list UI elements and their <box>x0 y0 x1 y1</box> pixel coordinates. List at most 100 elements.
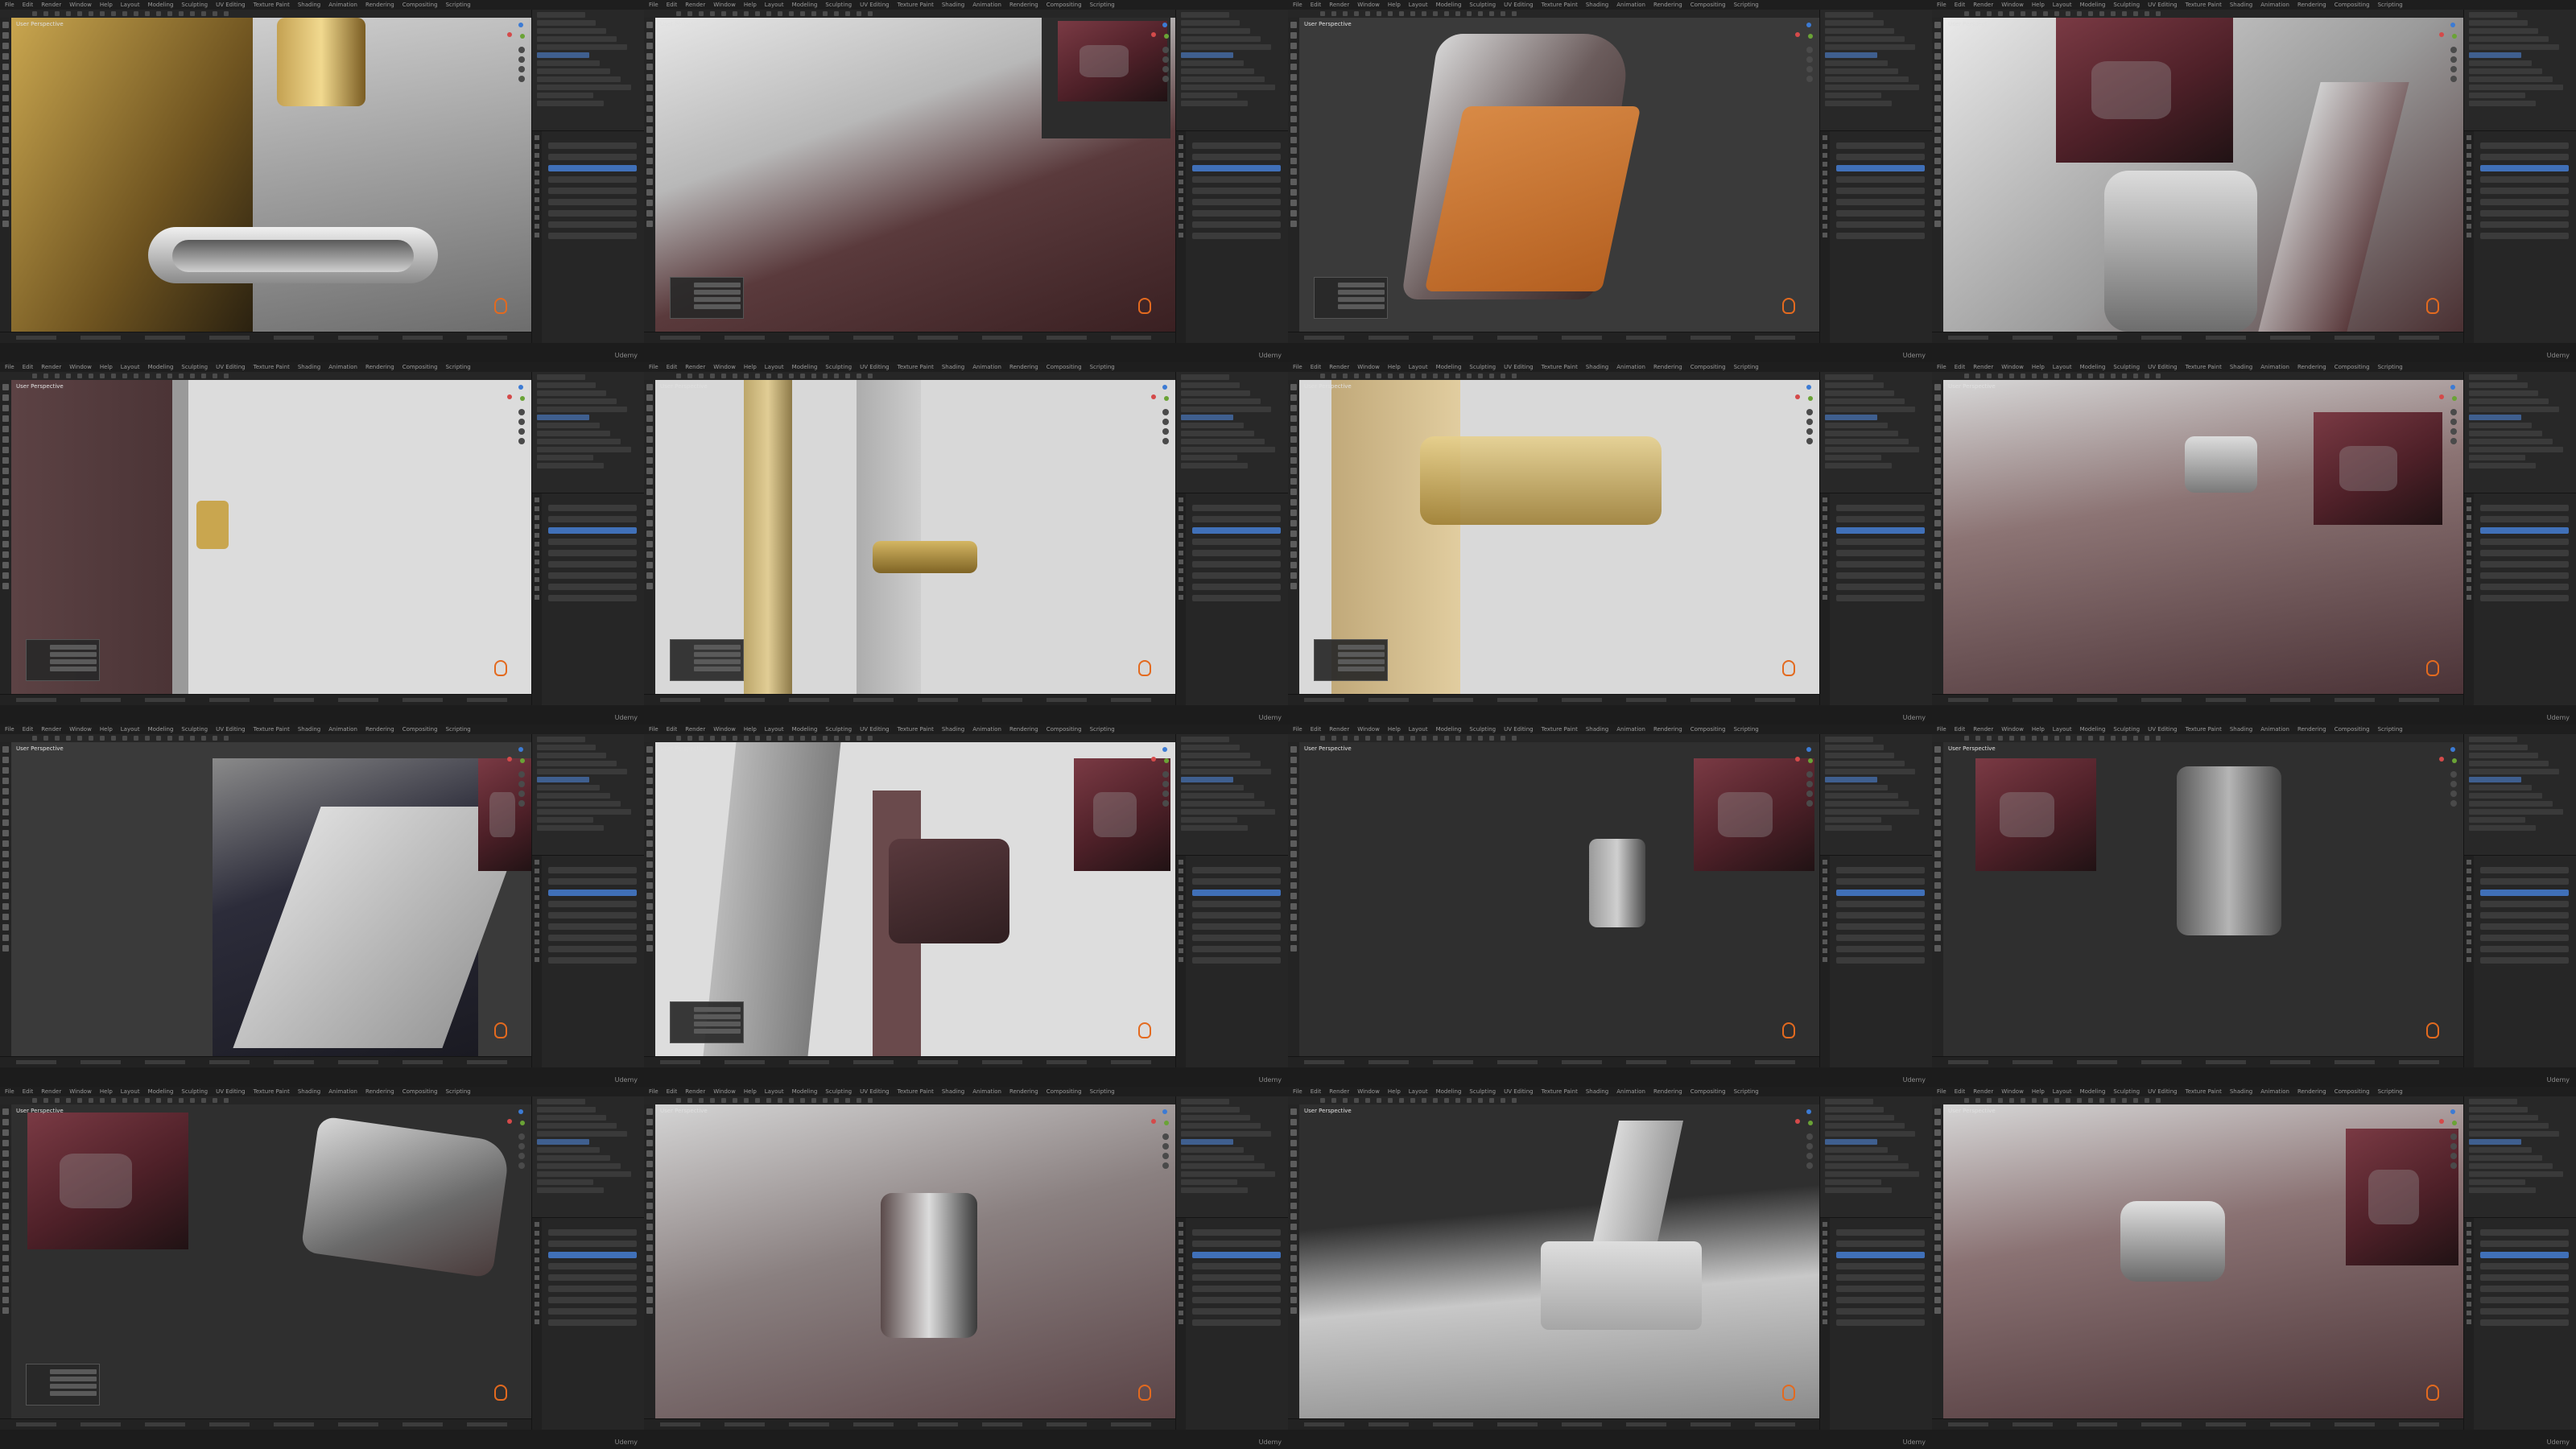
tool-icon[interactable] <box>1934 116 1941 122</box>
3d-viewport[interactable]: User Perspective <box>1299 380 1819 694</box>
outliner-item[interactable] <box>1825 1163 1909 1169</box>
toolbar-icon[interactable] <box>2077 11 2082 16</box>
menu-item[interactable]: Sculpting <box>181 1087 208 1096</box>
toolbar-icon[interactable] <box>167 1098 172 1103</box>
menu-item[interactable]: Rendering <box>1653 724 1682 734</box>
tool-icon[interactable] <box>646 189 653 196</box>
tool-icon[interactable] <box>1290 179 1297 185</box>
toolbar-icon[interactable] <box>2156 1098 2161 1103</box>
tool-icon[interactable] <box>646 1203 653 1209</box>
tool-icon[interactable] <box>646 64 653 70</box>
tool-icon[interactable] <box>1290 809 1297 815</box>
toolbar-icon[interactable] <box>43 374 48 378</box>
toolbar-icon[interactable] <box>134 736 138 741</box>
view-control-icon[interactable] <box>1162 438 1169 444</box>
timeline[interactable] <box>1288 1418 1819 1430</box>
toolbar-icon[interactable] <box>167 736 172 741</box>
toolbar-icon[interactable] <box>2009 736 2014 741</box>
property-field[interactable] <box>2480 901 2569 907</box>
toolbar-icon[interactable] <box>190 374 195 378</box>
toolbar-icon[interactable] <box>1320 374 1325 378</box>
outliner-item[interactable] <box>537 777 589 782</box>
property-field[interactable] <box>1836 890 1925 896</box>
view-control-icon[interactable] <box>1162 1153 1169 1159</box>
outliner-item[interactable] <box>1181 36 1261 42</box>
menu-item[interactable]: Window <box>713 362 736 372</box>
tool-icon[interactable] <box>1290 1297 1297 1303</box>
outliner-item[interactable] <box>1181 398 1261 404</box>
toolbar-icon[interactable] <box>122 374 127 378</box>
menu-item[interactable]: Texture Paint <box>1542 362 1578 372</box>
property-field[interactable] <box>548 1319 637 1326</box>
menu-item[interactable]: Edit <box>667 362 678 372</box>
tool-icon[interactable] <box>1934 1255 1941 1261</box>
toolbar-icon[interactable] <box>122 1098 127 1103</box>
outliner-item[interactable] <box>2469 769 2559 774</box>
toolbar-icon[interactable] <box>2054 11 2059 16</box>
toolbar-icon[interactable] <box>2088 736 2093 741</box>
toolbar-icon[interactable] <box>845 1098 850 1103</box>
tool-icon[interactable] <box>2 384 9 390</box>
menu-item[interactable]: Animation <box>2260 724 2289 734</box>
toolbar-icon[interactable] <box>1331 1098 1336 1103</box>
timeline[interactable] <box>644 694 1175 706</box>
view-control-icon[interactable] <box>2450 76 2457 82</box>
tool-icon[interactable] <box>646 394 653 401</box>
tool-icon[interactable] <box>1290 489 1297 495</box>
properties-tab-icon[interactable] <box>2467 551 2471 555</box>
toolbar-icon[interactable] <box>190 736 195 741</box>
outliner-item[interactable] <box>2469 60 2532 66</box>
toolbar-icon[interactable] <box>1410 736 1415 741</box>
property-field[interactable] <box>1192 890 1281 896</box>
property-field[interactable] <box>548 210 637 217</box>
properties-tab-icon[interactable] <box>1823 577 1827 582</box>
tool-icon[interactable] <box>1934 520 1941 526</box>
tool-icon[interactable] <box>1290 872 1297 878</box>
properties-tab-icon[interactable] <box>2467 957 2471 962</box>
properties-tab-icon[interactable] <box>2467 586 2471 591</box>
tool-icon[interactable] <box>646 778 653 784</box>
properties-tab-icon[interactable] <box>2467 506 2471 511</box>
properties-tab-icon[interactable] <box>2467 869 2471 873</box>
tool-icon[interactable] <box>2 1255 9 1261</box>
view-control-icon[interactable] <box>1162 800 1169 807</box>
properties-tab-icon[interactable] <box>1179 895 1183 900</box>
outliner-item[interactable] <box>1825 415 1877 420</box>
outliner-item[interactable] <box>1181 85 1275 90</box>
tool-icon[interactable] <box>1290 851 1297 857</box>
toolbar-icon[interactable] <box>2145 1098 2149 1103</box>
tool-icon[interactable] <box>2 945 9 952</box>
toolbar-icon[interactable] <box>2009 1098 2014 1103</box>
toolbar-icon[interactable] <box>201 736 206 741</box>
properties-tab-icon[interactable] <box>1179 1275 1183 1280</box>
tool-icon[interactable] <box>1934 168 1941 175</box>
outliner-item[interactable] <box>2469 76 2553 82</box>
menu-item[interactable]: Compositing <box>1690 362 1726 372</box>
property-field[interactable] <box>2480 923 2569 930</box>
toolbar-icon[interactable] <box>1455 374 1460 378</box>
toolbar-icon[interactable] <box>1410 374 1415 378</box>
toolbar-icon[interactable] <box>66 11 71 16</box>
toolbar-icon[interactable] <box>2088 11 2093 16</box>
outliner-item[interactable] <box>1825 785 1888 791</box>
menu-item[interactable]: Edit <box>1955 0 1966 10</box>
menu-item[interactable]: Rendering <box>365 0 394 10</box>
tool-icon[interactable] <box>646 447 653 453</box>
outliner-item[interactable] <box>1181 753 1250 758</box>
menu-item[interactable]: File <box>5 1087 14 1096</box>
toolbar-icon[interactable] <box>89 374 93 378</box>
view-control-icon[interactable] <box>1806 47 1813 53</box>
menu-item[interactable]: Render <box>41 362 61 372</box>
3d-viewport[interactable]: User Perspective <box>11 18 531 332</box>
tool-icon[interactable] <box>646 1150 653 1157</box>
property-field[interactable] <box>2480 1308 2569 1315</box>
toolbar-icon[interactable] <box>77 1098 82 1103</box>
tool-icon[interactable] <box>1934 924 1941 931</box>
tool-icon[interactable] <box>2 1234 9 1241</box>
menu-item[interactable]: Shading <box>298 0 320 10</box>
tool-icon[interactable] <box>1290 1171 1297 1178</box>
menu-item[interactable]: Compositing <box>2334 1087 2370 1096</box>
properties-tab-icon[interactable] <box>1823 162 1827 167</box>
properties-tab-icon[interactable] <box>1179 1257 1183 1262</box>
tool-icon[interactable] <box>1290 935 1297 941</box>
